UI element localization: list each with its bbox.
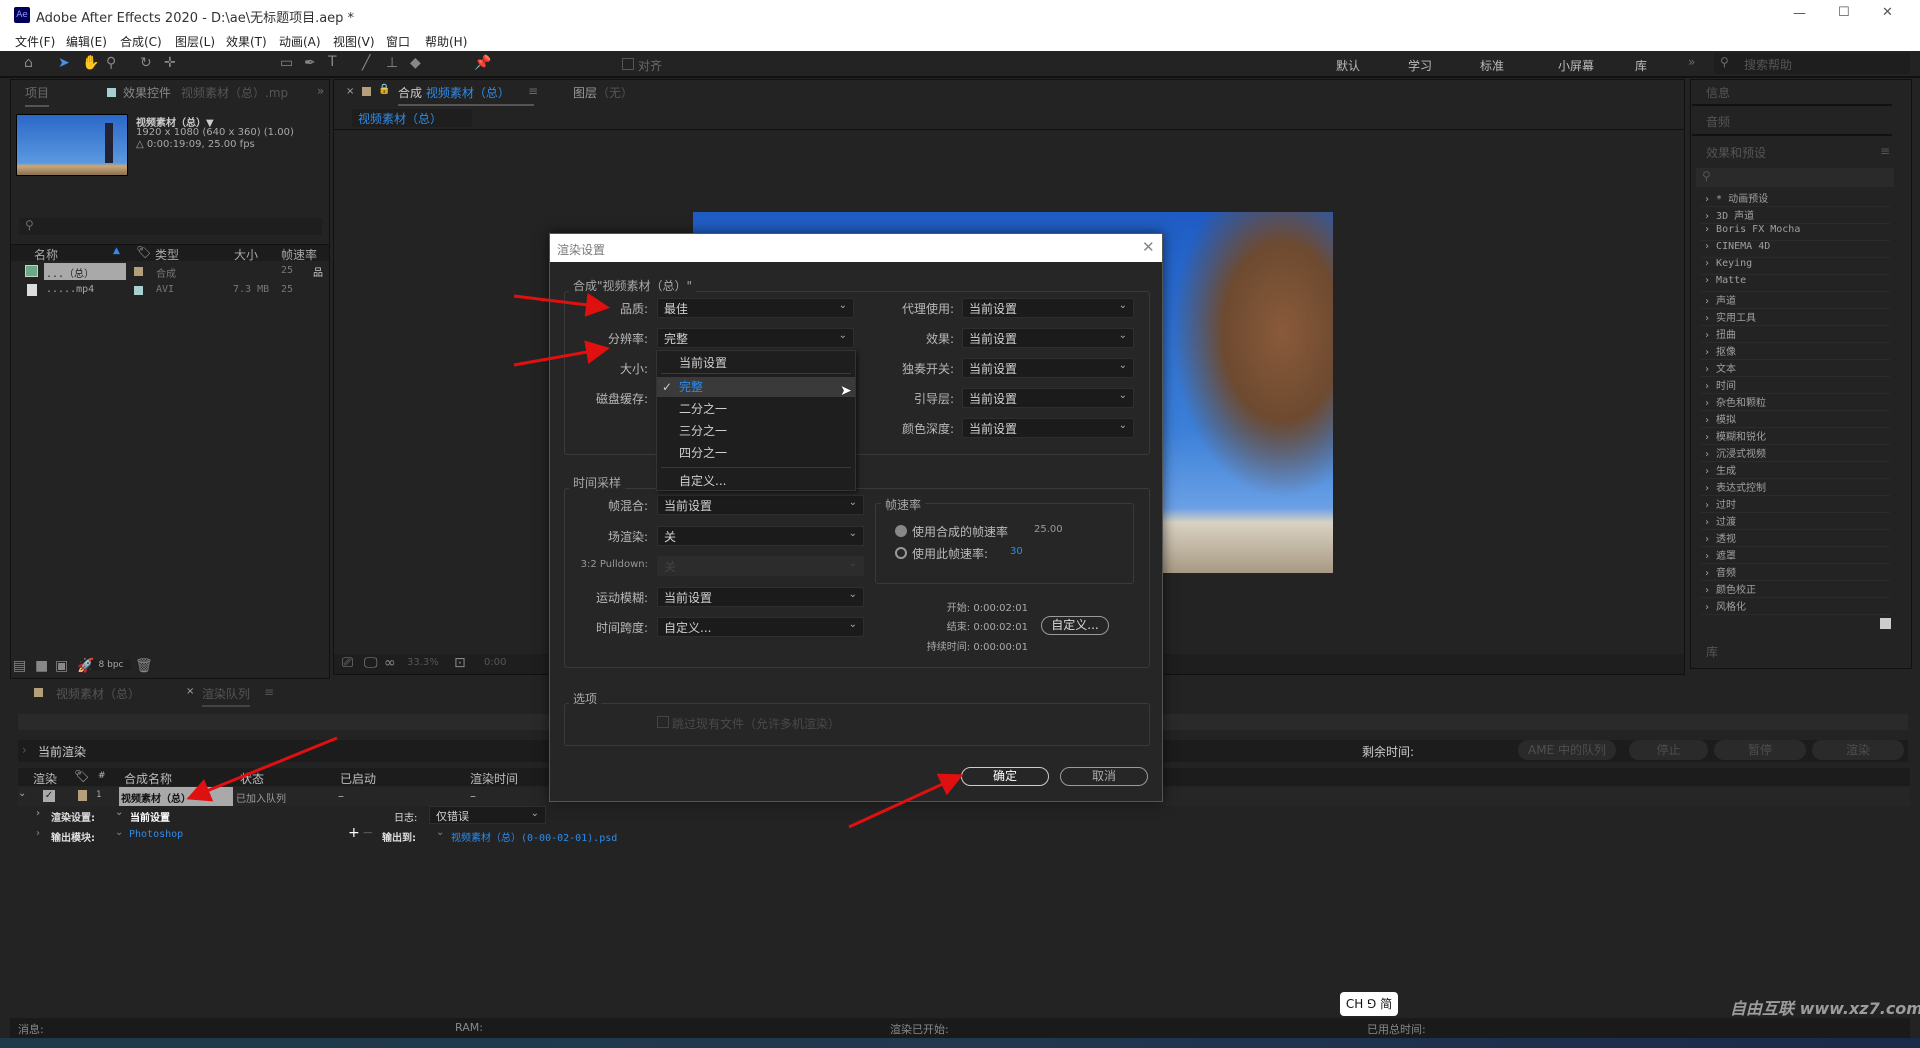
arrow-to-resolution xyxy=(513,340,610,367)
arrow-to-ok-button xyxy=(848,773,964,829)
annotation-arrows xyxy=(186,292,964,829)
arrow-to-quality xyxy=(513,292,610,317)
arrow-to-queue-item xyxy=(186,736,338,802)
